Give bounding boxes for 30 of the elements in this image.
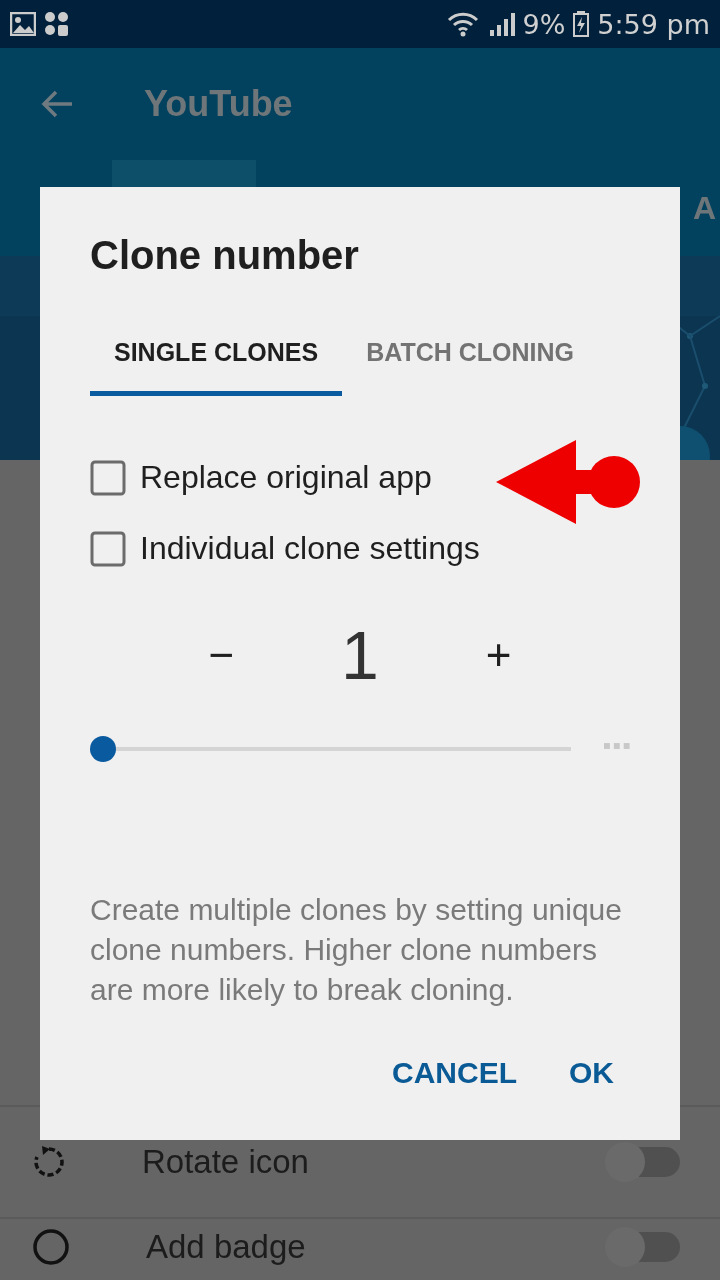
setting-label: Add badge	[146, 1228, 307, 1266]
signal-icon	[488, 12, 515, 36]
badge-icon	[32, 1228, 70, 1266]
more-icon	[604, 743, 630, 749]
toggle-switch[interactable]	[604, 1226, 680, 1268]
tab[interactable]: SINGLE CLONES	[90, 328, 343, 396]
battery-percent: 9%	[522, 8, 566, 40]
slider-thumb[interactable]	[90, 736, 116, 762]
checkbox[interactable]	[90, 459, 126, 496]
battery-icon	[573, 11, 590, 37]
image-icon	[10, 12, 36, 36]
apps-icon	[44, 11, 70, 37]
tab[interactable]: BATCH CLONING	[342, 328, 599, 396]
dialog-title: Clone number	[90, 233, 360, 278]
clock: 5:59 pm	[597, 8, 710, 40]
dialog-button[interactable]: CANCEL	[376, 1046, 533, 1100]
setting-label: Rotate icon	[142, 1143, 310, 1181]
toggle-switch[interactable]	[604, 1141, 680, 1183]
wifi-icon	[446, 11, 481, 37]
dialog-button[interactable]: OK	[553, 1046, 630, 1100]
app-title: YouTube	[144, 83, 293, 125]
back-icon[interactable]	[40, 89, 74, 119]
increment-button[interactable]: +	[475, 630, 522, 680]
clone-count: 1	[341, 616, 379, 694]
decrement-button[interactable]: −	[198, 630, 245, 680]
rotate-icon	[32, 1145, 66, 1179]
checkbox[interactable]	[90, 530, 126, 567]
option-label: Individual clone settings	[140, 530, 480, 567]
description: Create multiple clones by setting unique clone numbers. Higher clone numbers are more likely to break cloning.	[90, 892, 623, 1008]
option-label: Replace original app	[140, 459, 432, 496]
